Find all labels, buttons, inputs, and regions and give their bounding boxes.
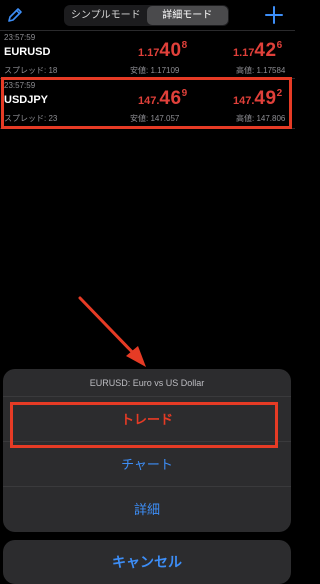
quote-time: 23:57:59 bbox=[4, 33, 36, 42]
pencil-icon[interactable] bbox=[6, 6, 24, 24]
bid-sup: 8 bbox=[181, 39, 188, 51]
details-button[interactable]: 詳細 bbox=[3, 487, 291, 532]
action-sheet-title: EURUSD: Euro vs US Dollar bbox=[3, 369, 291, 397]
tab-detail-mode[interactable]: 詳細モード bbox=[146, 6, 228, 25]
quote-low: 安値: 1.17109 bbox=[130, 66, 180, 75]
action-sheet: EURUSD: Euro vs US Dollar トレード チャート 詳細 bbox=[3, 369, 291, 532]
ask-sup: 6 bbox=[276, 39, 283, 51]
quote-row-eurusd[interactable]: 23:57:59 EURUSD スプレッド: 18 1.17408 1.1742… bbox=[0, 30, 295, 78]
ask-prefix: 1.17 bbox=[233, 47, 255, 59]
highlight-box-trade bbox=[10, 402, 278, 448]
mode-segmented-control: シンプルモード 詳細モード bbox=[64, 5, 229, 26]
chart-button[interactable]: チャート bbox=[3, 442, 291, 487]
bid-price: 1.17408 bbox=[138, 40, 187, 62]
plus-icon[interactable] bbox=[264, 5, 284, 25]
highlight-box-usdjpy bbox=[1, 77, 292, 129]
cancel-button[interactable]: キャンセル bbox=[3, 540, 291, 584]
ask-big: 42 bbox=[254, 40, 277, 61]
bid-prefix: 1.17 bbox=[138, 47, 160, 59]
quote-high: 高値: 1.17584 bbox=[236, 66, 286, 75]
ask-price: 1.17426 bbox=[233, 40, 282, 62]
quote-spread: スプレッド: 18 bbox=[4, 66, 58, 75]
tab-simple-mode[interactable]: シンプルモード bbox=[65, 6, 147, 25]
bid-big: 40 bbox=[159, 40, 182, 61]
top-toolbar: シンプルモード 詳細モード bbox=[0, 0, 295, 30]
quote-symbol: EURUSD bbox=[4, 46, 51, 58]
